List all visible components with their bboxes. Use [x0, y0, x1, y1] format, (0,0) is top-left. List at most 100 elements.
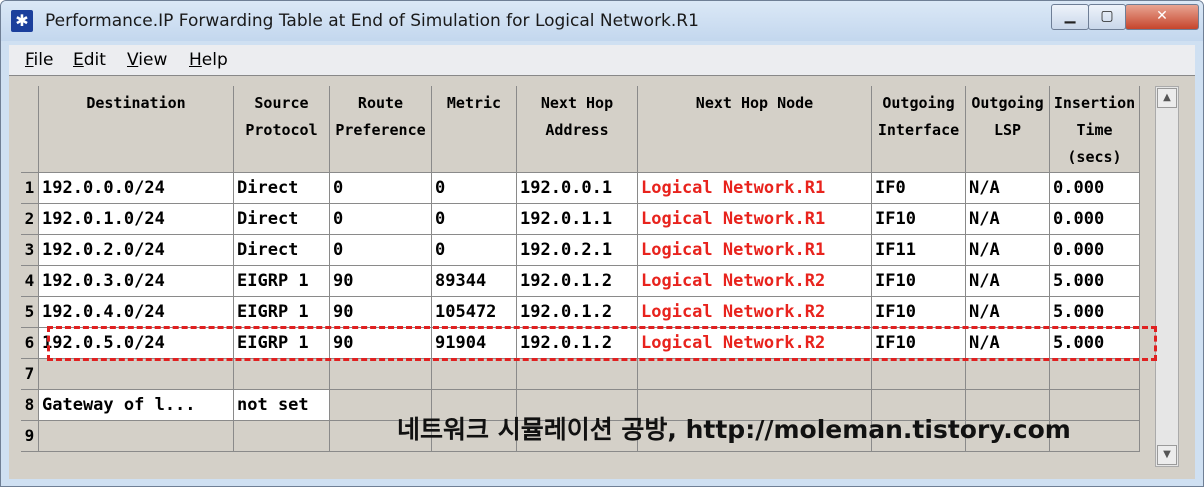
minimize-button[interactable]: ▁ — [1051, 4, 1089, 30]
table-cell-outgoing-lsp[interactable]: N/A — [966, 328, 1050, 359]
column-header-insertion-time[interactable]: Insertion Time (secs) — [1050, 86, 1140, 173]
table-cell-next-hop-address[interactable]: 192.0.0.1 — [517, 173, 638, 204]
table-cell-next-hop-address[interactable]: 192.0.2.1 — [517, 235, 638, 266]
table-cell-next-hop-node[interactable]: Logical Network.R1 — [638, 235, 872, 266]
table-cell-outgoing-interface[interactable]: IF10 — [872, 297, 966, 328]
table-cell-source-protocol[interactable]: Direct — [234, 204, 330, 235]
table-cell-metric[interactable]: 0 — [432, 235, 517, 266]
vertical-scrollbar[interactable]: ▲ ▼ — [1155, 86, 1179, 467]
column-header-next-hop-address[interactable]: Next Hop Address — [517, 86, 638, 173]
table-cell-destination[interactable]: 192.0.3.0/24 — [39, 266, 234, 297]
menu-file[interactable]: File — [25, 50, 53, 70]
table-cell-destination[interactable]: 192.0.5.0/24 — [39, 328, 234, 359]
table-cell-metric[interactable]: 0 — [432, 204, 517, 235]
menu-view[interactable]: View — [127, 50, 167, 70]
maximize-button[interactable]: ▢ — [1088, 4, 1126, 30]
table-cell-outgoing-lsp[interactable]: N/A — [966, 266, 1050, 297]
table-cell-outgoing-interface[interactable]: IF0 — [872, 173, 966, 204]
table-cell-source-protocol[interactable]: Direct — [234, 173, 330, 204]
table-cell-source-protocol[interactable] — [234, 421, 330, 452]
table-cell-source-protocol[interactable]: EIGRP 1 — [234, 266, 330, 297]
table-cell-source-protocol[interactable]: EIGRP 1 — [234, 328, 330, 359]
row-number[interactable]: 8 — [21, 390, 39, 421]
menu-help[interactable]: Help — [189, 50, 228, 70]
table-cell-insertion-time[interactable]: 0.000 — [1050, 173, 1140, 204]
table-cell-destination[interactable] — [39, 359, 234, 390]
row-number[interactable]: 1 — [21, 173, 39, 204]
table-cell-next-hop-address[interactable]: 192.0.1.1 — [517, 204, 638, 235]
table-cell-source-protocol[interactable]: EIGRP 1 — [234, 297, 330, 328]
title-bar[interactable]: ✱ Performance.IP Forwarding Table at End… — [1, 1, 1203, 41]
table-cell-destination[interactable] — [39, 421, 234, 452]
column-header-next-hop-node[interactable]: Next Hop Node — [638, 86, 872, 173]
table-cell-route-preference[interactable]: 90 — [330, 297, 432, 328]
table-cell-outgoing-lsp[interactable]: N/A — [966, 235, 1050, 266]
table-cell-outgoing-interface[interactable]: IF10 — [872, 328, 966, 359]
table-cell-metric[interactable]: 105472 — [432, 297, 517, 328]
table-cell-metric[interactable] — [432, 359, 517, 390]
table-cell-destination[interactable]: 192.0.0.0/24 — [39, 173, 234, 204]
column-header-source-protocol[interactable]: Source Protocol — [234, 86, 330, 173]
column-header-outgoing-interface[interactable]: Outgoing Interface — [872, 86, 966, 173]
table-cell-next-hop-address[interactable]: 192.0.1.2 — [517, 266, 638, 297]
table-cell-route-preference[interactable]: 90 — [330, 266, 432, 297]
column-header-metric[interactable]: Metric — [432, 86, 517, 173]
table-cell-next-hop-address[interactable]: 192.0.1.2 — [517, 328, 638, 359]
table-cell-insertion-time[interactable]: 0.000 — [1050, 204, 1140, 235]
table-cell-insertion-time[interactable] — [1050, 359, 1140, 390]
table-cell-next-hop-node[interactable]: Logical Network.R2 — [638, 297, 872, 328]
row-number[interactable]: 4 — [21, 266, 39, 297]
table-cell-outgoing-lsp[interactable]: N/A — [966, 173, 1050, 204]
table-cell-next-hop-node[interactable]: Logical Network.R2 — [638, 266, 872, 297]
table-cell-destination[interactable]: 192.0.1.0/24 — [39, 204, 234, 235]
table-cell-next-hop-address[interactable] — [517, 359, 638, 390]
table-cell-next-hop-node[interactable]: Logical Network.R1 — [638, 173, 872, 204]
column-header-route-preference[interactable]: Route Preference — [330, 86, 432, 173]
scroll-up-button[interactable]: ▲ — [1157, 88, 1177, 108]
row-number[interactable]: 5 — [21, 297, 39, 328]
table-cell-next-hop-node[interactable]: Logical Network.R1 — [638, 204, 872, 235]
table-cell-source-protocol[interactable]: Direct — [234, 235, 330, 266]
table-cell-outgoing-lsp[interactable]: N/A — [966, 297, 1050, 328]
table-cell-next-hop-address[interactable]: 192.0.1.2 — [517, 297, 638, 328]
scroll-down-button[interactable]: ▼ — [1157, 445, 1177, 465]
scroll-down-icon: ▼ — [1163, 449, 1171, 460]
close-button[interactable]: ✕ — [1125, 4, 1199, 30]
table-cell-insertion-time[interactable]: 5.000 — [1050, 266, 1140, 297]
table-cell-route-preference[interactable]: 0 — [330, 204, 432, 235]
table-cell-insertion-time[interactable]: 0.000 — [1050, 235, 1140, 266]
forwarding-table-window: ✱ Performance.IP Forwarding Table at End… — [0, 0, 1204, 487]
table-cell-outgoing-interface[interactable] — [872, 359, 966, 390]
table-cell-source-protocol[interactable]: not set — [234, 390, 330, 421]
table-cell-outgoing-interface[interactable]: IF11 — [872, 235, 966, 266]
menu-edit[interactable]: Edit — [73, 50, 106, 70]
table-cell-route-preference[interactable] — [330, 359, 432, 390]
row-number[interactable]: 9 — [21, 421, 39, 452]
row-number[interactable]: 2 — [21, 204, 39, 235]
row-number[interactable]: 3 — [21, 235, 39, 266]
table-cell-metric[interactable]: 89344 — [432, 266, 517, 297]
table-cell-route-preference[interactable]: 90 — [330, 328, 432, 359]
table-cell-route-preference[interactable]: 0 — [330, 173, 432, 204]
table-cell-source-protocol[interactable] — [234, 359, 330, 390]
table-cell-outgoing-lsp[interactable]: N/A — [966, 204, 1050, 235]
table-cell-destination[interactable]: Gateway of l... — [39, 390, 234, 421]
column-header-destination[interactable]: Destination — [39, 86, 234, 173]
table-cell-outgoing-lsp[interactable] — [966, 359, 1050, 390]
row-number[interactable]: 6 — [21, 328, 39, 359]
table-cell-outgoing-interface[interactable]: IF10 — [872, 204, 966, 235]
column-header-outgoing-lsp[interactable]: Outgoing LSP — [966, 86, 1050, 173]
table-cell-outgoing-interface[interactable]: IF10 — [872, 266, 966, 297]
table-cell-insertion-time[interactable]: 5.000 — [1050, 328, 1140, 359]
row-number[interactable]: 7 — [21, 359, 39, 390]
table-cell-insertion-time[interactable]: 5.000 — [1050, 297, 1140, 328]
table-cell-route-preference[interactable]: 0 — [330, 235, 432, 266]
app-star-icon[interactable]: ✱ — [11, 10, 33, 32]
table-cell-next-hop-node[interactable] — [638, 359, 872, 390]
table-cell-destination[interactable]: 192.0.4.0/24 — [39, 297, 234, 328]
table-cell-metric[interactable]: 0 — [432, 173, 517, 204]
table-cell-metric[interactable]: 91904 — [432, 328, 517, 359]
table-cell-next-hop-node[interactable]: Logical Network.R2 — [638, 328, 872, 359]
table-cell-destination[interactable]: 192.0.2.0/24 — [39, 235, 234, 266]
column-header-line: Outgoing — [971, 94, 1044, 112]
